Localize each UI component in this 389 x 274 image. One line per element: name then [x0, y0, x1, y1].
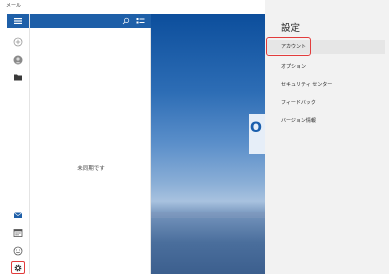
- navigation-rail: [7, 14, 29, 274]
- compose-icon[interactable]: [12, 36, 24, 48]
- settings-title: 設定: [281, 23, 301, 34]
- select-mode-icon[interactable]: [136, 17, 145, 25]
- mail-icon[interactable]: [12, 209, 24, 221]
- gear-highlight-box: [11, 261, 25, 274]
- reading-pane-background: [151, 14, 265, 274]
- app-title: メール: [6, 3, 22, 9]
- outlook-logo-icon: O: [250, 120, 262, 136]
- settings-item-about[interactable]: バージョン情報: [281, 114, 316, 128]
- calendar-icon[interactable]: [12, 227, 24, 239]
- settings-item-trust-center[interactable]: セキュリティ センター: [281, 78, 332, 92]
- empty-list-message: 未同期です: [77, 166, 105, 172]
- background-horizon: [151, 212, 265, 218]
- list-header: [30, 14, 152, 28]
- message-list-pane: 未同期です: [29, 14, 152, 274]
- hamburger-menu-icon[interactable]: [12, 15, 24, 27]
- folder-icon[interactable]: [12, 71, 24, 83]
- account-icon[interactable]: [12, 54, 24, 66]
- settings-item-feedback[interactable]: フィードバック: [281, 96, 316, 110]
- mail-window: メール – ▫ ×: [0, 0, 389, 274]
- account-highlight-box: [266, 37, 311, 56]
- settings-item-options[interactable]: オプション: [281, 60, 306, 74]
- emoji-icon[interactable]: [12, 245, 24, 257]
- search-icon[interactable]: [122, 17, 130, 25]
